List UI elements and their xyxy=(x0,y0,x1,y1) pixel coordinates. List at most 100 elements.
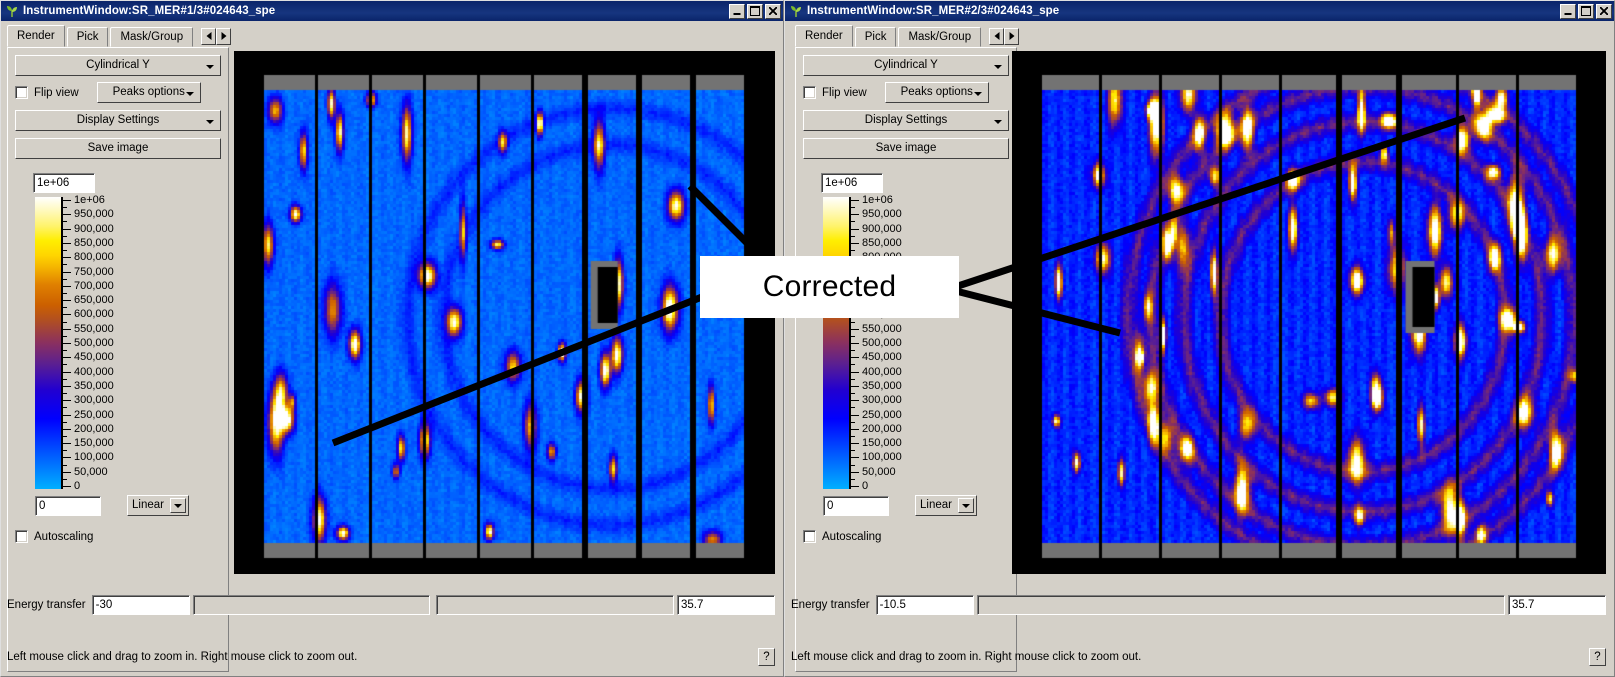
energy-transfer-label: Energy transfer xyxy=(7,599,86,611)
energy-max-input[interactable]: 35.7 xyxy=(1508,595,1606,615)
colorbar-max-input[interactable]: 1e+06 xyxy=(821,173,883,193)
colorbar-tick-minor xyxy=(851,279,855,280)
autoscaling-row[interactable]: Autoscaling xyxy=(15,530,221,543)
colorbar-tick-label: 750,000 xyxy=(862,266,902,278)
scale-type-combo[interactable]: Linear xyxy=(127,495,189,516)
chevron-down-icon[interactable] xyxy=(170,498,186,513)
flip-view-checkbox[interactable] xyxy=(803,86,816,99)
colorbar-tick-minor xyxy=(63,364,67,365)
scale-type-value: Linear xyxy=(132,499,164,511)
scale-type-combo[interactable]: Linear xyxy=(915,495,977,516)
colorbar-tick-label: 900,000 xyxy=(862,223,902,235)
maximize-icon[interactable] xyxy=(1578,4,1594,19)
colorbar-tick-minor xyxy=(63,407,67,408)
colorbar-tick-minor xyxy=(851,322,855,323)
chevron-right-icon[interactable] xyxy=(216,28,231,45)
maximize-icon[interactable] xyxy=(747,4,763,19)
colorbar-tick-minor xyxy=(851,479,855,480)
colorbar-axis xyxy=(849,197,858,489)
detector-image[interactable] xyxy=(234,51,775,574)
colorbar-tick-label: 300,000 xyxy=(74,394,114,406)
tab-mask-group[interactable]: Mask/Group xyxy=(898,27,981,47)
display-settings-combo[interactable]: Display Settings xyxy=(15,110,221,131)
colorbar-tick-label: 650,000 xyxy=(74,294,114,306)
close-icon[interactable] xyxy=(765,4,781,19)
tab-pick[interactable]: Pick xyxy=(67,27,109,47)
colorbar-tick-label: 450,000 xyxy=(74,351,114,363)
colorbar-tick-label: 400,000 xyxy=(862,366,902,378)
colorbar-tick-label: 850,000 xyxy=(862,237,902,249)
titlebar-2[interactable]: InstrumentWindow:SR_MER#2/3#024643_spe xyxy=(785,1,1614,21)
flip-view-checkbox-wrap[interactable]: Flip view xyxy=(803,86,867,99)
instrument-window-1[interactable]: InstrumentWindow:SR_MER#1/3#024643_spe R… xyxy=(0,0,784,677)
help-button[interactable]: ? xyxy=(1589,648,1606,666)
colorbar-tick-label: 50,000 xyxy=(74,466,108,478)
autoscaling-checkbox[interactable] xyxy=(15,530,28,543)
colorbar-gradient xyxy=(35,197,61,489)
chevron-right-icon[interactable] xyxy=(1004,28,1019,45)
colorbar-tick-minor xyxy=(63,422,67,423)
colorbar-tick-minor xyxy=(851,450,855,451)
status-text: Left mouse click and drag to zoom in. Ri… xyxy=(791,651,1589,663)
energy-slider[interactable] xyxy=(977,595,1505,615)
display-settings-combo[interactable]: Display Settings xyxy=(803,110,1009,131)
colorbar-tick-minor xyxy=(63,322,67,323)
colorbar-tick-minor xyxy=(851,350,855,351)
minimize-icon[interactable] xyxy=(1560,4,1576,19)
colorbar-tick-label: 1e+06 xyxy=(862,194,893,206)
tab-mask-group[interactable]: Mask/Group xyxy=(110,27,193,47)
colorbar-max-input[interactable]: 1e+06 xyxy=(33,173,95,193)
peaks-options-combo[interactable]: Peaks options xyxy=(97,82,201,103)
peaks-options-combo[interactable]: Peaks options xyxy=(885,82,989,103)
save-image-button[interactable]: Save image xyxy=(803,138,1009,159)
colorbar-tick-minor xyxy=(851,422,855,423)
colorbar-tick-label: 650,000 xyxy=(862,294,902,306)
autoscaling-row[interactable]: Autoscaling xyxy=(803,530,1009,543)
colorbar-tick-minor xyxy=(851,264,855,265)
minimize-icon[interactable] xyxy=(729,4,745,19)
energy-slider-left[interactable] xyxy=(193,595,431,615)
chevron-left-icon[interactable] xyxy=(201,28,216,45)
colorbar-tick-label: 50,000 xyxy=(862,466,896,478)
energy-max-input[interactable]: 35.7 xyxy=(677,595,775,615)
colorbar-tick-minor xyxy=(63,293,67,294)
plant-sprout-icon xyxy=(789,4,803,18)
colorbar-tick-minor xyxy=(851,379,855,380)
colorbar-tick-minor xyxy=(851,207,855,208)
colorbar-min-input[interactable]: 0 xyxy=(823,496,889,516)
window-controls-1 xyxy=(729,4,781,19)
energy-transfer-row-1: Energy transfer -30 35.7 xyxy=(7,594,775,616)
titlebar-1[interactable]: InstrumentWindow:SR_MER#1/3#024643_spe xyxy=(1,1,783,21)
close-icon[interactable] xyxy=(1596,4,1612,19)
detector-image[interactable] xyxy=(1012,51,1606,574)
save-image-button[interactable]: Save image xyxy=(15,138,221,159)
tab-render[interactable]: Render xyxy=(7,25,65,47)
projection-combo[interactable]: Cylindrical Y xyxy=(15,55,221,76)
tab-bar-1: Render Pick Mask/Group xyxy=(7,25,229,47)
colorbar-tick-label: 700,000 xyxy=(862,280,902,292)
chevron-down-icon[interactable] xyxy=(958,498,974,513)
colorbar-tick-minor xyxy=(851,364,855,365)
flip-view-label: Flip view xyxy=(822,87,867,99)
instrument-window-2[interactable]: InstrumentWindow:SR_MER#2/3#024643_spe R… xyxy=(784,0,1615,677)
energy-slider-right[interactable] xyxy=(436,595,674,615)
detector-view-2[interactable] xyxy=(1012,51,1606,574)
colorbar-tick-minor xyxy=(851,236,855,237)
autoscaling-checkbox[interactable] xyxy=(803,530,816,543)
colorbar-tick-minor xyxy=(63,279,67,280)
tab-pick[interactable]: Pick xyxy=(855,27,897,47)
help-button[interactable]: ? xyxy=(758,648,775,666)
energy-min-input[interactable]: -30 xyxy=(92,595,190,615)
colorbar-tick-label: 550,000 xyxy=(74,323,114,335)
chevron-left-icon[interactable] xyxy=(989,28,1004,45)
tab-render[interactable]: Render xyxy=(795,25,853,47)
detector-view-1[interactable] xyxy=(234,51,775,574)
projection-combo[interactable]: Cylindrical Y xyxy=(803,55,1009,76)
colorbar-min-input[interactable]: 0 xyxy=(35,496,101,516)
autoscaling-label: Autoscaling xyxy=(822,531,881,543)
colorbar-tick-minor xyxy=(851,407,855,408)
flip-view-checkbox[interactable] xyxy=(15,86,28,99)
flip-view-checkbox-wrap[interactable]: Flip view xyxy=(15,86,79,99)
bottom-bar-1: Energy transfer -30 35.7 Left mouse clic… xyxy=(7,576,775,676)
energy-min-input[interactable]: -10.5 xyxy=(876,595,974,615)
